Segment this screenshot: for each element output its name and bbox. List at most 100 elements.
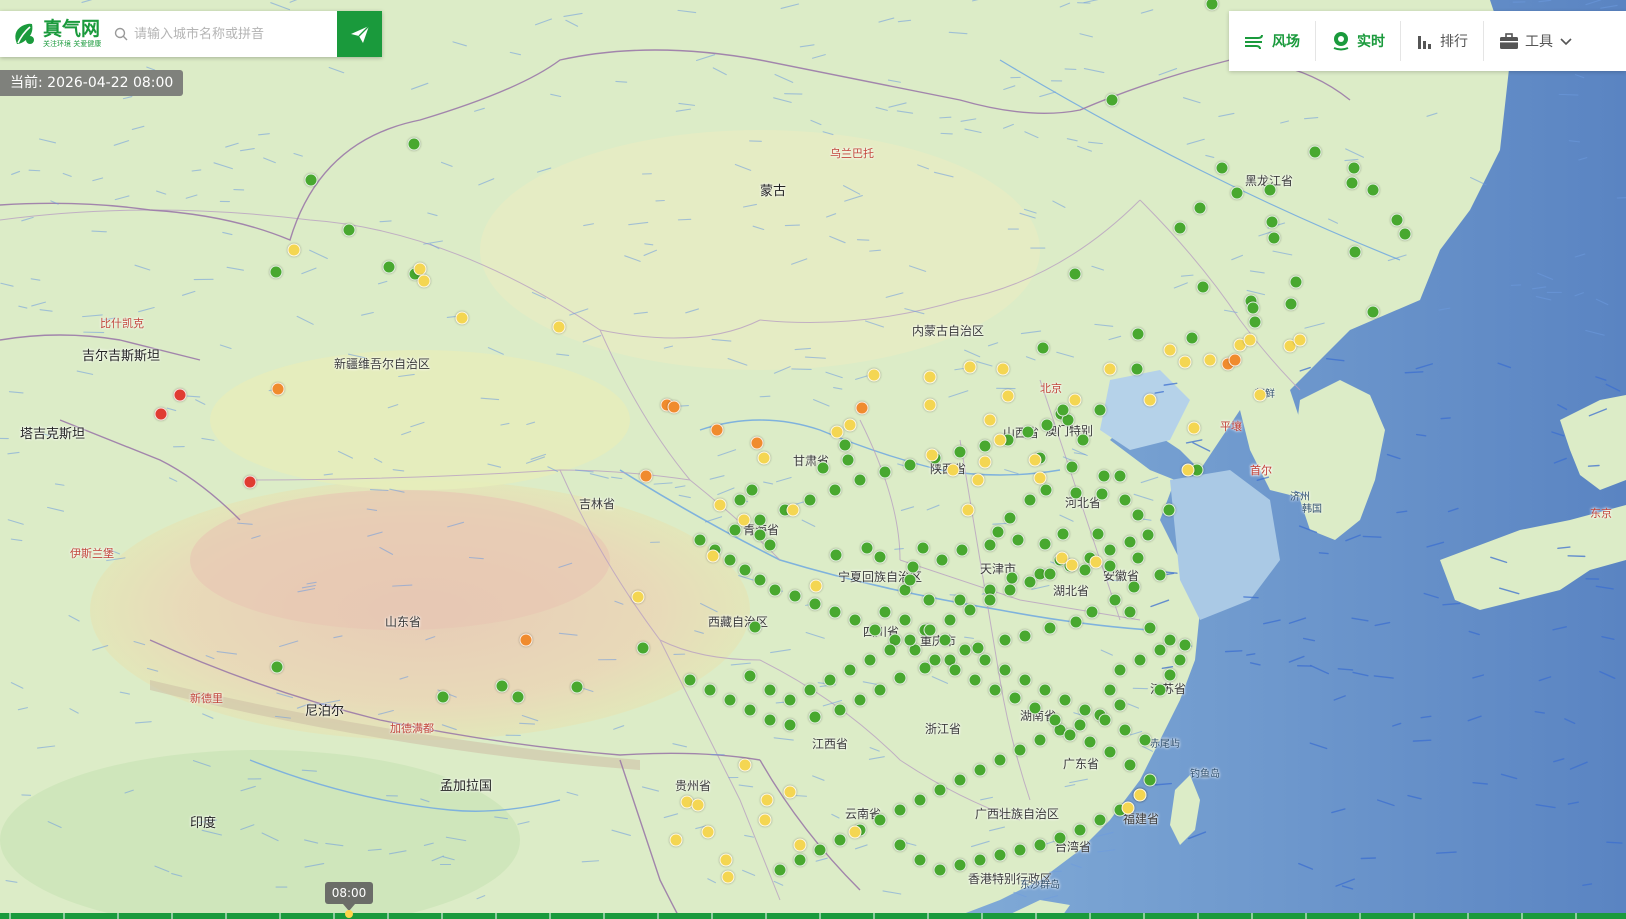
monitoring-station-good[interactable] (828, 483, 842, 497)
monitoring-station-good[interactable] (1023, 575, 1037, 589)
monitoring-station-good[interactable] (1123, 535, 1137, 549)
monitoring-station-good[interactable] (803, 493, 817, 507)
monitoring-station-good[interactable] (991, 525, 1005, 539)
monitoring-station-good[interactable] (1113, 663, 1127, 677)
monitoring-station-unhealthy[interactable] (243, 475, 257, 489)
monitoring-station-sensitive[interactable] (1228, 353, 1242, 367)
monitoring-station-good[interactable] (748, 620, 762, 634)
monitoring-station-good[interactable] (973, 853, 987, 867)
monitoring-station-good[interactable] (753, 513, 767, 527)
monitoring-station-good[interactable] (1263, 183, 1277, 197)
monitoring-station-good[interactable] (1265, 215, 1279, 229)
monitoring-station-good[interactable] (903, 458, 917, 472)
monitoring-station-moderate[interactable] (971, 473, 985, 487)
monitoring-station-good[interactable] (958, 643, 972, 657)
monitoring-station-good[interactable] (1193, 201, 1207, 215)
monitoring-station-good[interactable] (683, 673, 697, 687)
monitoring-station-good[interactable] (703, 683, 717, 697)
monitoring-station-good[interactable] (436, 690, 450, 704)
monitoring-station-good[interactable] (1138, 733, 1152, 747)
monitoring-station-good[interactable] (1018, 629, 1032, 643)
monitoring-station-good[interactable] (863, 653, 877, 667)
monitoring-station-good[interactable] (1308, 145, 1322, 159)
monitoring-station-good[interactable] (906, 560, 920, 574)
monitoring-station-good[interactable] (407, 137, 421, 151)
monitoring-station-good[interactable] (1091, 527, 1105, 541)
monitoring-station-good[interactable] (636, 641, 650, 655)
monitoring-station-good[interactable] (1366, 183, 1380, 197)
monitoring-station-moderate[interactable] (758, 813, 772, 827)
monitoring-station-moderate[interactable] (1143, 393, 1157, 407)
monitoring-station-good[interactable] (928, 653, 942, 667)
monitoring-station-good[interactable] (1131, 508, 1145, 522)
monitoring-station-good[interactable] (953, 445, 967, 459)
monitoring-station-moderate[interactable] (923, 370, 937, 384)
monitoring-station-good[interactable] (342, 223, 356, 237)
monitoring-station-good[interactable] (783, 693, 797, 707)
monitoring-station-good[interactable] (1065, 460, 1079, 474)
monitoring-station-moderate[interactable] (925, 448, 939, 462)
monitoring-station-good[interactable] (893, 803, 907, 817)
monitoring-station-moderate[interactable] (843, 418, 857, 432)
monitoring-station-unhealthy[interactable] (154, 407, 168, 421)
wind-field-button[interactable]: 风场 (1229, 21, 1316, 61)
monitoring-station-moderate[interactable] (786, 503, 800, 517)
monitoring-station-good[interactable] (1013, 843, 1027, 857)
map-canvas[interactable]: 蒙古 吉尔吉斯斯坦 塔吉克斯坦 印度 孟加拉国 尼泊尔 新疆维吾尔自治区 内蒙古自治区 黑龙江省… (0, 0, 1626, 919)
monitoring-station-good[interactable] (1056, 403, 1070, 417)
monitoring-station-good[interactable] (873, 550, 887, 564)
monitoring-station-good[interactable] (745, 483, 759, 497)
monitoring-station-good[interactable] (783, 718, 797, 732)
monitoring-station-unhealthy[interactable] (173, 388, 187, 402)
monitoring-station-good[interactable] (878, 605, 892, 619)
monitoring-station-good[interactable] (1095, 487, 1109, 501)
monitoring-station-good[interactable] (978, 439, 992, 453)
monitoring-station-good[interactable] (868, 623, 882, 637)
monitoring-station-good[interactable] (1038, 537, 1052, 551)
monitoring-station-good[interactable] (873, 813, 887, 827)
monitoring-station-good[interactable] (1185, 331, 1199, 345)
monitoring-station-good[interactable] (963, 603, 977, 617)
monitoring-station-good[interactable] (833, 703, 847, 717)
monitoring-station-good[interactable] (988, 683, 1002, 697)
monitoring-station-good[interactable] (843, 663, 857, 677)
monitoring-station-good[interactable] (853, 693, 867, 707)
monitoring-station-moderate[interactable] (552, 320, 566, 334)
monitoring-station-good[interactable] (971, 641, 985, 655)
monitoring-station-moderate[interactable] (1103, 362, 1117, 376)
monitoring-station-good[interactable] (983, 593, 997, 607)
monitoring-station-good[interactable] (993, 753, 1007, 767)
monitoring-station-good[interactable] (1043, 621, 1057, 635)
monitoring-station-good[interactable] (878, 465, 892, 479)
monitoring-station-good[interactable] (304, 173, 318, 187)
monitoring-station-good[interactable] (1345, 176, 1359, 190)
monitoring-station-moderate[interactable] (1133, 788, 1147, 802)
monitoring-station-good[interactable] (1073, 823, 1087, 837)
base-map[interactable] (0, 0, 1626, 919)
monitoring-station-good[interactable] (916, 541, 930, 555)
monitoring-station-good[interactable] (763, 538, 777, 552)
monitoring-station-good[interactable] (511, 690, 525, 704)
monitoring-station-good[interactable] (1215, 161, 1229, 175)
monitoring-station-sensitive[interactable] (710, 423, 724, 437)
monitoring-station-good[interactable] (723, 693, 737, 707)
monitoring-station-good[interactable] (1130, 362, 1144, 376)
monitoring-station-good[interactable] (1083, 735, 1097, 749)
monitoring-station-moderate[interactable] (760, 793, 774, 807)
monitoring-station-good[interactable] (933, 863, 947, 877)
monitoring-station-good[interactable] (1131, 551, 1145, 565)
monitoring-station-good[interactable] (753, 573, 767, 587)
monitoring-station-good[interactable] (1103, 559, 1117, 573)
monitoring-station-moderate[interactable] (1293, 333, 1307, 347)
monitoring-station-good[interactable] (913, 793, 927, 807)
monitoring-station-moderate[interactable] (1033, 471, 1047, 485)
monitoring-station-good[interactable] (808, 710, 822, 724)
monitoring-station-good[interactable] (1178, 638, 1192, 652)
monitoring-station-good[interactable] (1131, 327, 1145, 341)
tools-dropdown-button[interactable]: 工具 (1484, 21, 1588, 61)
monitoring-station-good[interactable] (1173, 221, 1187, 235)
monitoring-station-good[interactable] (829, 548, 843, 562)
monitoring-station-good[interactable] (898, 613, 912, 627)
monitoring-station-sensitive[interactable] (750, 436, 764, 450)
monitoring-station-good[interactable] (1163, 668, 1177, 682)
